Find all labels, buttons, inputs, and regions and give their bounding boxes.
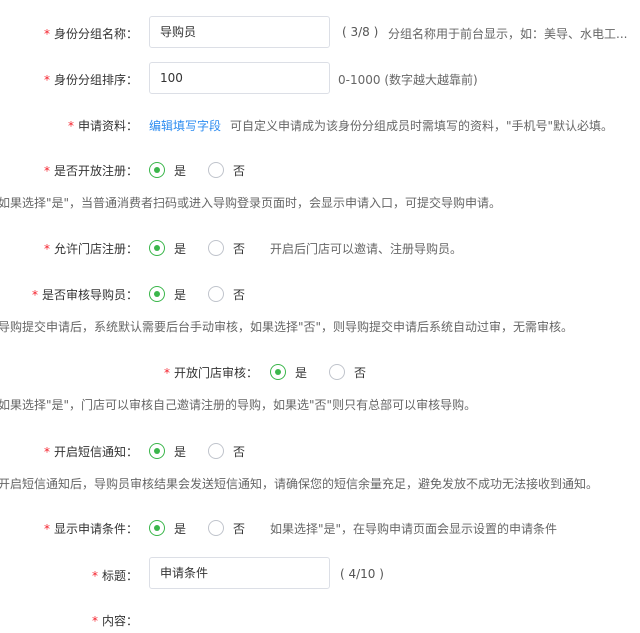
open-register-no-radio[interactable]: [208, 162, 224, 178]
audit-guide-note: 导购提交申请后，系统默认需要后台手动审核，如果选择"否"，则导购提交申请后系统自…: [0, 320, 574, 334]
store-audit-label: * 开放门店审核：: [163, 366, 258, 380]
store-audit-note: 如果选择"是"，门店可以审核自己邀请注册的导购，如果选"否"则只有总部可以审核导…: [0, 398, 477, 412]
open-register-yes-radio[interactable]: [149, 162, 165, 178]
group-sort-input[interactable]: 100: [149, 62, 330, 94]
audit-guide-no-label[interactable]: 否: [233, 286, 245, 303]
group-name-counter: ( 3/8 ): [342, 25, 379, 39]
sms-notify-no-radio[interactable]: [208, 443, 224, 459]
group-name-input[interactable]: 导购员: [149, 16, 330, 48]
store-audit-yes-radio[interactable]: [270, 364, 286, 380]
store-register-hint: 开启后门店可以邀请、注册导购员。: [270, 242, 463, 256]
store-register-yes-label[interactable]: 是: [174, 240, 186, 257]
show-conditions-no-radio[interactable]: [208, 520, 224, 536]
store-audit-no-radio[interactable]: [329, 364, 345, 380]
open-register-note: 如果选择"是"，当普通消费者扫码或进入导购登录页面时，会显示申请入口，可提交导购…: [0, 196, 502, 210]
store-register-no-label[interactable]: 否: [233, 240, 245, 257]
open-register-label: * 是否开放注册：: [43, 164, 138, 178]
title-counter: ( 4/10 ): [340, 567, 384, 581]
sms-notify-yes-label[interactable]: 是: [174, 443, 186, 460]
group-sort-label: * 身份分组排序：: [43, 73, 138, 87]
audit-guide-no-radio[interactable]: [208, 286, 224, 302]
title-label: * 标题：: [91, 569, 138, 583]
audit-guide-label: * 是否审核导购员：: [31, 288, 138, 302]
edit-fields-link[interactable]: 编辑填写字段: [149, 117, 221, 134]
sms-notify-yes-radio[interactable]: [149, 443, 165, 459]
store-register-no-radio[interactable]: [208, 240, 224, 256]
audit-guide-yes-label[interactable]: 是: [174, 286, 186, 303]
sms-notify-note: 开启短信通知后，导购员审核结果会发送短信通知，请确保您的短信余量充足，避免发放不…: [0, 477, 599, 491]
title-input[interactable]: 申请条件: [149, 557, 330, 589]
sms-notify-label: * 开启短信通知：: [43, 445, 138, 459]
show-conditions-no-label[interactable]: 否: [233, 520, 245, 537]
group-sort-hint: 0-1000 (数字越大越靠前): [338, 73, 478, 87]
audit-guide-yes-radio[interactable]: [149, 286, 165, 302]
store-register-yes-radio[interactable]: [149, 240, 165, 256]
content-label: * 内容：: [91, 614, 138, 628]
apply-info-label: * 申请资料：: [67, 119, 138, 133]
store-audit-yes-label[interactable]: 是: [295, 364, 307, 381]
sms-notify-no-label[interactable]: 否: [233, 443, 245, 460]
show-conditions-yes-label[interactable]: 是: [174, 520, 186, 537]
apply-info-hint: 可自定义申请成为该身份分组成员时需填写的资料，"手机号"默认必填。: [230, 119, 614, 133]
open-register-no-label[interactable]: 否: [233, 162, 245, 179]
store-register-label: * 允许门店注册：: [43, 242, 138, 256]
show-conditions-label: * 显示申请条件：: [43, 522, 138, 536]
show-conditions-yes-radio[interactable]: [149, 520, 165, 536]
open-register-yes-label[interactable]: 是: [174, 162, 186, 179]
group-name-label: * 身份分组名称：: [43, 27, 138, 41]
store-audit-no-label[interactable]: 否: [354, 364, 366, 381]
group-name-hint: 分组名称用于前台显示，如：美导、水电工...: [388, 27, 628, 41]
show-conditions-hint: 如果选择"是"，在导购申请页面会显示设置的申请条件: [270, 522, 558, 536]
